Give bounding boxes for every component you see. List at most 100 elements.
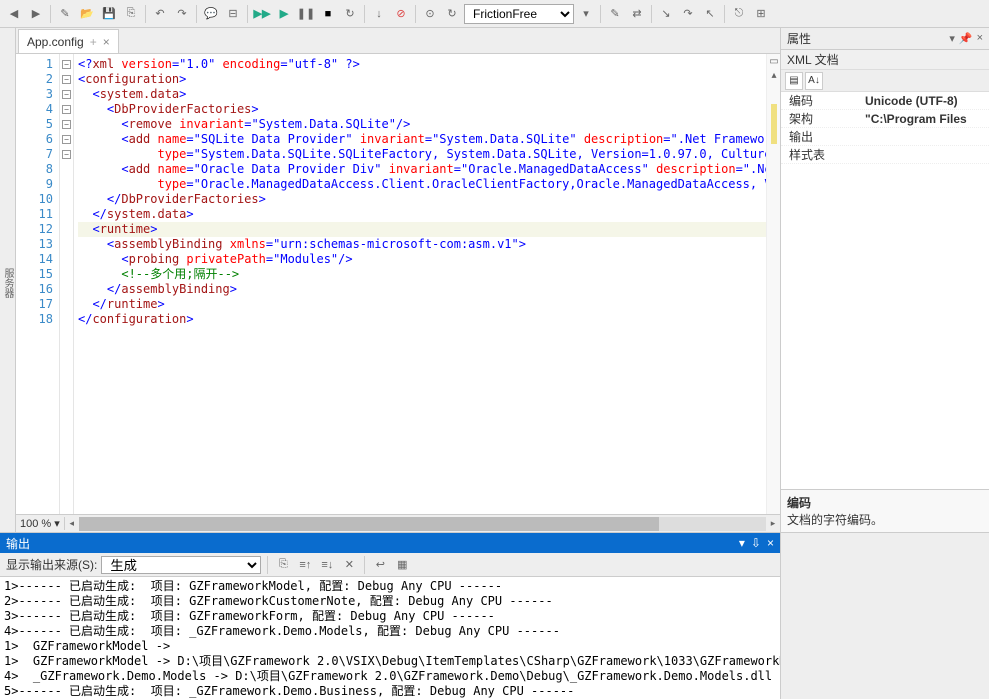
properties-help: 编码 文档的字符编码。: [781, 489, 989, 532]
property-row[interactable]: 编码Unicode (UTF-8): [781, 92, 989, 110]
out-next-icon[interactable]: ≡↓: [318, 556, 336, 574]
out-prev-icon[interactable]: ≡↑: [296, 556, 314, 574]
panel-close-icon[interactable]: ×: [977, 32, 983, 45]
editor-hscrollbar[interactable]: ◂ ▸: [65, 516, 780, 532]
step-icon[interactable]: ↓: [369, 4, 389, 24]
properties-titlebar: 属性 ▾ 📌 ×: [781, 28, 989, 50]
code-line[interactable]: </assemblyBinding>: [78, 282, 780, 297]
tool-b-icon[interactable]: ⇄: [627, 4, 647, 24]
out-wrap-icon[interactable]: ↩: [371, 556, 389, 574]
editor-overview-ruler[interactable]: ▭ ▴: [766, 54, 780, 514]
property-row[interactable]: 架构"C:\Program Files: [781, 110, 989, 128]
tab-close-icon[interactable]: ×: [103, 35, 110, 49]
code-line[interactable]: </configuration>: [78, 312, 780, 327]
code-line[interactable]: </runtime>: [78, 297, 780, 312]
step-in-icon[interactable]: ↘: [656, 4, 676, 24]
output-pin-icon[interactable]: ⇩: [751, 536, 761, 550]
output-panel: 输出 ▾ ⇩ × 显示输出来源(S): 生成 ⎘ ≡↑ ≡↓ ✕ ↩ ▦ 1>-…: [0, 533, 780, 699]
properties-toolbar: ▤ A↓: [781, 70, 989, 92]
property-name: 输出: [781, 128, 861, 145]
out-clear-icon[interactable]: ✕: [340, 556, 358, 574]
panel-dropdown-icon[interactable]: ▾: [949, 32, 955, 45]
code-line[interactable]: <system.data>: [78, 87, 780, 102]
pause-icon[interactable]: ❚❚: [296, 4, 316, 24]
code-line[interactable]: <probing privatePath="Modules"/>: [78, 252, 780, 267]
out-goto-icon[interactable]: ⎘: [274, 556, 292, 574]
collapsed-tool-1[interactable]: 服务器: [0, 34, 15, 532]
code-line[interactable]: <remove invariant="System.Data.SQLite"/>: [78, 117, 780, 132]
code-line[interactable]: <configuration>: [78, 72, 780, 87]
save-all-icon[interactable]: ⎘: [121, 4, 141, 24]
redo-icon[interactable]: ↷: [172, 4, 192, 24]
stop-icon[interactable]: ■: [318, 4, 338, 24]
code-line[interactable]: <?xml version="1.0" encoding="utf-8" ?>: [78, 57, 780, 72]
start-icon[interactable]: ▶▶: [252, 4, 272, 24]
properties-grid[interactable]: 编码Unicode (UTF-8)架构"C:\Program Files 输出样…: [781, 92, 989, 489]
refresh-icon[interactable]: ↻: [442, 4, 462, 24]
property-row[interactable]: 样式表: [781, 146, 989, 164]
left-toolwindow-strip: 服务器 工具箱: [0, 28, 16, 532]
misc2-icon[interactable]: ⊞: [751, 4, 771, 24]
config-dropdown[interactable]: FrictionFree: [464, 4, 574, 24]
alphabetical-icon[interactable]: A↓: [805, 72, 823, 90]
split-icon[interactable]: ▭: [767, 54, 780, 68]
code-line[interactable]: type="Oracle.ManagedDataAccess.Client.Or…: [78, 177, 780, 192]
output-dropdown-icon[interactable]: ▾: [739, 536, 745, 550]
code-body[interactable]: <?xml version="1.0" encoding="utf-8" ?><…: [74, 54, 780, 514]
scroll-left-icon[interactable]: ◂: [65, 516, 79, 532]
property-value[interactable]: Unicode (UTF-8): [861, 94, 989, 108]
nav-back-icon[interactable]: ◀: [4, 4, 24, 24]
code-line[interactable]: <assemblyBinding xmlns="urn:schemas-micr…: [78, 237, 780, 252]
tool-a-icon[interactable]: ✎: [605, 4, 625, 24]
code-line[interactable]: </system.data>: [78, 207, 780, 222]
restart-icon[interactable]: ↻: [340, 4, 360, 24]
fold-toggle-icon[interactable]: −: [62, 120, 71, 129]
cancel-icon[interactable]: ⊘: [391, 4, 411, 24]
scroll-up-icon[interactable]: ▴: [767, 68, 780, 82]
code-line[interactable]: <!--多个用;隔开-->: [78, 267, 780, 282]
misc-icon[interactable]: ⎋: [729, 4, 749, 24]
property-row[interactable]: 输出: [781, 128, 989, 146]
fold-toggle-icon[interactable]: −: [62, 75, 71, 84]
tab-app-config[interactable]: App.config + ×: [18, 29, 119, 53]
code-line[interactable]: </DbProviderFactories>: [78, 192, 780, 207]
step-out-icon[interactable]: ↖: [700, 4, 720, 24]
fold-toggle-icon[interactable]: −: [62, 90, 71, 99]
code-editor[interactable]: 123456789101112131415161718 − − − − − − − <?xm…: [16, 54, 780, 514]
scroll-right-icon[interactable]: ▸: [766, 516, 780, 532]
code-line[interactable]: <add name="Oracle Data Provider Div" inv…: [78, 162, 780, 177]
fold-column: − − − − − − −: [60, 54, 74, 514]
code-line[interactable]: <add name="SQLite Data Provider" invaria…: [78, 132, 780, 147]
save-icon[interactable]: 💾: [99, 4, 119, 24]
properties-title: 属性: [787, 30, 811, 47]
open-icon[interactable]: 📂: [77, 4, 97, 24]
new-item-icon[interactable]: ✎: [55, 4, 75, 24]
fold-toggle-icon[interactable]: −: [62, 150, 71, 159]
hscroll-thumb[interactable]: [79, 517, 659, 531]
nav-fwd-icon[interactable]: ▶: [26, 4, 46, 24]
line-number-gutter: 123456789101112131415161718: [16, 54, 60, 514]
uncomment-icon[interactable]: ⊟: [223, 4, 243, 24]
fold-toggle-icon[interactable]: −: [62, 135, 71, 144]
target-icon[interactable]: ⊙: [420, 4, 440, 24]
panel-pin-icon[interactable]: 📌: [959, 32, 973, 45]
fold-toggle-icon[interactable]: −: [62, 105, 71, 114]
code-line[interactable]: <runtime>: [78, 222, 780, 237]
fold-toggle-icon[interactable]: −: [62, 60, 71, 69]
document-tabstrip: App.config + ×: [16, 28, 780, 54]
code-line[interactable]: <DbProviderFactories>: [78, 102, 780, 117]
out-toggle-icon[interactable]: ▦: [393, 556, 411, 574]
property-value[interactable]: "C:\Program Files: [861, 112, 989, 126]
categorized-icon[interactable]: ▤: [785, 72, 803, 90]
property-name: 编码: [781, 92, 861, 109]
zoom-dropdown[interactable]: 100 % ▾: [16, 517, 65, 530]
output-source-dropdown[interactable]: 生成: [101, 556, 261, 574]
step-over-icon[interactable]: ↷: [678, 4, 698, 24]
start-nodbg-icon[interactable]: ▶: [274, 4, 294, 24]
output-close-icon[interactable]: ×: [767, 536, 774, 550]
code-line[interactable]: type="System.Data.SQLite.SQLiteFactory, …: [78, 147, 780, 162]
output-body[interactable]: 1>------ 已启动生成: 项目: GZFrameworkModel, 配置…: [0, 577, 780, 699]
undo-icon[interactable]: ↶: [150, 4, 170, 24]
comment-icon[interactable]: 💬: [201, 4, 221, 24]
dd-arrow-icon[interactable]: ▾: [576, 4, 596, 24]
